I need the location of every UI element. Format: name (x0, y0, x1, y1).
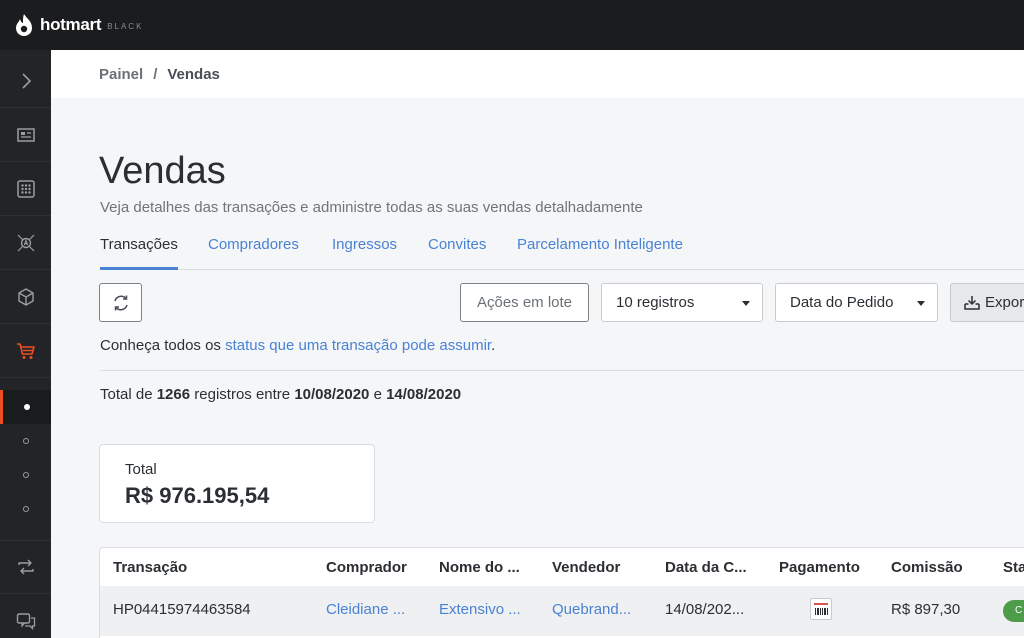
column-header[interactable]: Pagamento (779, 559, 860, 576)
refresh-button[interactable] (99, 283, 142, 322)
summary-start-date: 10/08/2020 (294, 386, 370, 403)
column-header[interactable]: Sta (1003, 559, 1024, 576)
top-bar: hotmart BLACK (0, 0, 1024, 50)
chevron-right-icon (21, 72, 31, 89)
column-header[interactable]: Data da C... (665, 559, 747, 576)
dashboard-icon (16, 127, 35, 142)
sidebar-item-messages[interactable] (0, 594, 51, 638)
sidebar-sub-item-1[interactable] (0, 390, 51, 424)
column-header[interactable]: Comissão (891, 559, 963, 576)
grid-icon (16, 179, 35, 198)
tab-ingressos[interactable]: Ingressos (332, 236, 397, 270)
sidebar-item-subscriptions[interactable] (0, 540, 51, 594)
tab-transacoes[interactable]: Transações (100, 236, 178, 270)
caret-down-icon (917, 301, 925, 306)
tab-bar: Transações Compradores Ingressos Convite… (100, 236, 1024, 270)
page-size-value: 10 registros (616, 294, 695, 311)
sidebar (0, 50, 51, 638)
chat-icon (16, 612, 35, 630)
breadcrumb-parent[interactable]: Painel (99, 66, 143, 83)
breadcrumb-separator: / (153, 65, 158, 83)
total-value: R$ 976.195,54 (125, 483, 270, 508)
divider (100, 370, 1024, 371)
date-filter-select[interactable]: Data do Pedido (775, 283, 938, 322)
page-title: Vendas (99, 150, 226, 192)
brand-tier: BLACK (107, 22, 144, 31)
cell-product[interactable]: Extensivo ... (439, 601, 521, 618)
export-label: Expor (985, 294, 1024, 311)
table-row[interactable]: HP04415974463584 Cleidiane ... Extensivo… (100, 586, 1024, 636)
records-summary: Total de 1266 registros entre 10/08/2020… (100, 386, 461, 403)
hotmart-logo[interactable]: hotmart BLACK (14, 13, 143, 37)
repeat-icon (17, 559, 34, 575)
sidebar-item-dashboard[interactable] (0, 108, 51, 162)
cell-commission: R$ 897,30 (891, 601, 961, 618)
ring-dot-icon (22, 438, 29, 444)
caret-down-icon (742, 301, 750, 306)
export-button[interactable]: Expor (950, 283, 1024, 322)
page-size-select[interactable]: 10 registros (601, 283, 763, 322)
ring-dot-icon (22, 506, 29, 512)
total-label: Total (125, 461, 157, 478)
status-badge: C (1003, 600, 1024, 622)
summary-end-date: 14/08/2020 (386, 386, 462, 403)
cell-transaction: HP04415974463584 (113, 601, 251, 618)
column-header[interactable]: Transação (113, 559, 187, 576)
status-info-suffix: . (491, 337, 496, 354)
column-header[interactable]: Comprador (326, 559, 407, 576)
breadcrumb: Painel / Vendas (51, 50, 1024, 98)
cell-date: 14/08/202... (665, 601, 745, 618)
total-card: Total R$ 976.195,54 (99, 444, 375, 523)
column-header[interactable]: Vendedor (552, 559, 620, 576)
network-icon (17, 234, 34, 251)
status-info-link[interactable]: status que uma transação pode assumir (225, 337, 491, 354)
batch-actions-button[interactable]: Ações em lote (460, 283, 589, 322)
tab-parcelamento-inteligente[interactable]: Parcelamento Inteligente (517, 236, 683, 270)
ring-dot-icon (22, 472, 29, 478)
sidebar-item-products[interactable] (0, 270, 51, 324)
refresh-icon (113, 295, 128, 310)
cart-icon (16, 342, 35, 359)
sidebar-item-affiliates[interactable] (0, 216, 51, 270)
cell-seller[interactable]: Quebrand... (552, 601, 631, 618)
status-info: Conheça todos os status que uma transaçã… (100, 337, 495, 354)
cell-buyer[interactable]: Cleidiane ... (326, 601, 405, 618)
summary-prefix: Total de (100, 386, 153, 403)
sidebar-item-sales[interactable] (0, 324, 51, 378)
sidebar-sub-item-2[interactable] (0, 424, 51, 458)
boleto-icon (810, 598, 832, 620)
page-subtitle: Veja detalhes das transações e administr… (100, 199, 643, 216)
sidebar-expand[interactable] (0, 54, 51, 108)
column-header[interactable]: Nome do ... (439, 559, 520, 576)
sidebar-item-apps[interactable] (0, 162, 51, 216)
brand-name: hotmart (40, 15, 102, 34)
download-tray-icon (964, 295, 980, 310)
sidebar-sub-item-4[interactable] (0, 492, 51, 526)
flame-icon (16, 14, 32, 36)
sidebar-sub-item-3[interactable] (0, 458, 51, 492)
table-header: Transação Comprador Nome do ... Vendedor… (100, 548, 1024, 586)
summary-count: 1266 (156, 386, 191, 403)
summary-middle: registros entre (194, 386, 291, 403)
tab-convites[interactable]: Convites (428, 236, 486, 270)
box-icon (17, 287, 34, 306)
active-dot-icon (24, 404, 30, 410)
summary-joiner: e (373, 386, 382, 403)
tab-compradores[interactable]: Compradores (208, 236, 299, 270)
breadcrumb-current: Vendas (167, 65, 220, 83)
transactions-table: Transação Comprador Nome do ... Vendedor… (99, 547, 1024, 638)
date-filter-value: Data do Pedido (790, 294, 894, 311)
status-info-prefix: Conheça todos os (100, 337, 221, 354)
